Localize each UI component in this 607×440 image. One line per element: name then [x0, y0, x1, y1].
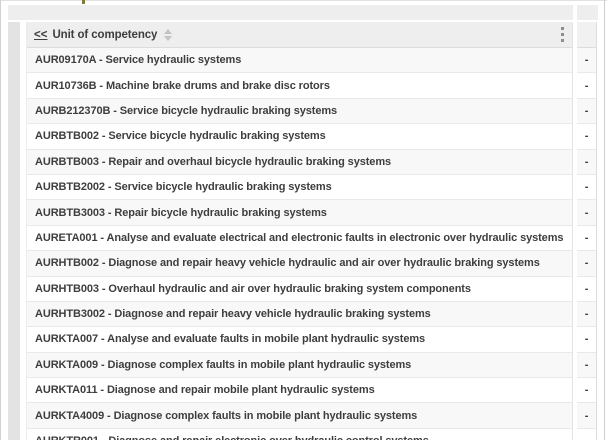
sort-up-arrow: [164, 29, 172, 34]
value-cell: -: [577, 73, 596, 98]
value-label: -: [585, 257, 589, 269]
unit-label: AURHTB002 - Diagnose and repair heavy ve…: [35, 257, 540, 269]
value-label: -: [585, 54, 589, 66]
unit-label: AURKTA4009 - Diagnose complex faults in …: [35, 410, 417, 422]
table-row: AURBTB3003 - Repair bicycle hydraulic br…: [27, 200, 572, 225]
value-label: -: [585, 80, 589, 92]
table-row: AURKTR001 - Diagnose and repair electron…: [27, 429, 572, 440]
kebab-vertical-icon[interactable]: [559, 25, 566, 44]
table-row: AURB212370B - Service bicycle hydraulic …: [27, 99, 572, 124]
frame-right-border: [604, 0, 605, 440]
value-label: -: [585, 308, 589, 320]
screenshot-artifact: [82, 0, 85, 4]
table-row: AURBTB002 - Service bicycle hydraulic br…: [27, 124, 572, 149]
unit-label: AURBTB2002 - Service bicycle hydraulic b…: [35, 181, 332, 193]
value-cell: -: [577, 302, 596, 327]
table-row: AURKTA007 - Analyse and evaluate faults …: [27, 327, 572, 352]
unit-column-header[interactable]: << Unit of competency: [27, 22, 572, 48]
frame-top-border: [0, 0, 607, 1]
unit-label: AURKTA007 - Analyse and evaluate faults …: [35, 333, 425, 345]
table-row: AUR09170A - Service hydraulic systems: [27, 48, 572, 73]
top-row-fragment-right: [577, 5, 598, 20]
value-cell: -: [577, 403, 596, 428]
value-label: -: [585, 410, 589, 422]
sort-asc-desc-icon[interactable]: [164, 29, 172, 41]
value-cell: -: [577, 124, 596, 149]
value-label: -: [585, 283, 589, 295]
table-row: AUR10736B - Machine brake drums and brak…: [27, 73, 572, 98]
table-row: AURHTB3002 - Diagnose and repair heavy v…: [27, 302, 572, 327]
unit-of-competency-column: << Unit of competency AUR09170A - Servic…: [26, 22, 573, 440]
value-cell: -: [577, 353, 596, 378]
value-cell: -: [577, 429, 596, 440]
table-row: AURKTA009 - Diagnose complex faults in m…: [27, 353, 572, 378]
table-row: AURHTB002 - Diagnose and repair heavy ve…: [27, 251, 572, 276]
value-cell: -: [577, 175, 596, 200]
unit-label: AURHTB003 - Overhaul hydraulic and air o…: [35, 283, 471, 295]
value-column: - - - - - - - - - - - - - - - -: [577, 22, 597, 440]
left-gutter-column: [8, 22, 20, 440]
value-cell: -: [577, 226, 596, 251]
frame-left-border: [0, 0, 1, 440]
unit-label: AURKTA011 - Diagnose and repair mobile p…: [35, 384, 375, 396]
value-label: -: [585, 384, 589, 396]
value-cell: -: [577, 251, 596, 276]
value-cell: -: [577, 99, 596, 124]
value-label: -: [585, 435, 589, 440]
unit-label: AURBTB002 - Service bicycle hydraulic br…: [35, 130, 326, 142]
unit-label: AURBTB3003 - Repair bicycle hydraulic br…: [35, 207, 327, 219]
value-cell: -: [577, 150, 596, 175]
unit-label: AUR09170A - Service hydraulic systems: [35, 54, 241, 66]
value-label: -: [585, 130, 589, 142]
value-cell: -: [577, 378, 596, 403]
value-column-header: [577, 22, 596, 48]
unit-label: AURETA001 - Analyse and evaluate electri…: [35, 232, 563, 244]
collapse-column-link[interactable]: <<: [34, 29, 47, 41]
value-label: -: [585, 181, 589, 193]
unit-rows: AUR09170A - Service hydraulic systems AU…: [27, 48, 572, 440]
unit-label: AURBTB003 - Repair and overhaul bicycle …: [35, 156, 391, 168]
value-label: -: [585, 359, 589, 371]
top-row-fragment-left: [8, 5, 573, 20]
table-row: AURBTB2002 - Service bicycle hydraulic b…: [27, 175, 572, 200]
unit-label: AURKTR001 - Diagnose and repair electron…: [35, 435, 429, 440]
value-cell: -: [577, 327, 596, 352]
value-label: -: [585, 156, 589, 168]
value-cell: -: [577, 277, 596, 302]
value-cell: -: [577, 200, 596, 225]
table-row: AURKTA4009 - Diagnose complex faults in …: [27, 403, 572, 428]
table-row: AURHTB003 - Overhaul hydraulic and air o…: [27, 277, 572, 302]
table-row: AURETA001 - Analyse and evaluate electri…: [27, 226, 572, 251]
sort-down-arrow: [164, 36, 172, 41]
value-label: -: [585, 207, 589, 219]
value-label: -: [585, 105, 589, 117]
unit-label: AURHTB3002 - Diagnose and repair heavy v…: [35, 308, 431, 320]
unit-label: AUR10736B - Machine brake drums and brak…: [35, 80, 330, 92]
value-label: -: [585, 232, 589, 244]
column-title: Unit of competency: [52, 29, 157, 41]
competency-table-region: << Unit of competency AUR09170A - Servic…: [0, 0, 607, 440]
value-label: -: [585, 333, 589, 345]
table-row: AURKTA011 - Diagnose and repair mobile p…: [27, 378, 572, 403]
table-row: AURBTB003 - Repair and overhaul bicycle …: [27, 150, 572, 175]
value-rows: - - - - - - - - - - - - - - - -: [577, 48, 596, 440]
unit-label: AURKTA009 - Diagnose complex faults in m…: [35, 359, 411, 371]
unit-label: AURB212370B - Service bicycle hydraulic …: [35, 105, 337, 117]
value-cell: -: [577, 48, 596, 73]
